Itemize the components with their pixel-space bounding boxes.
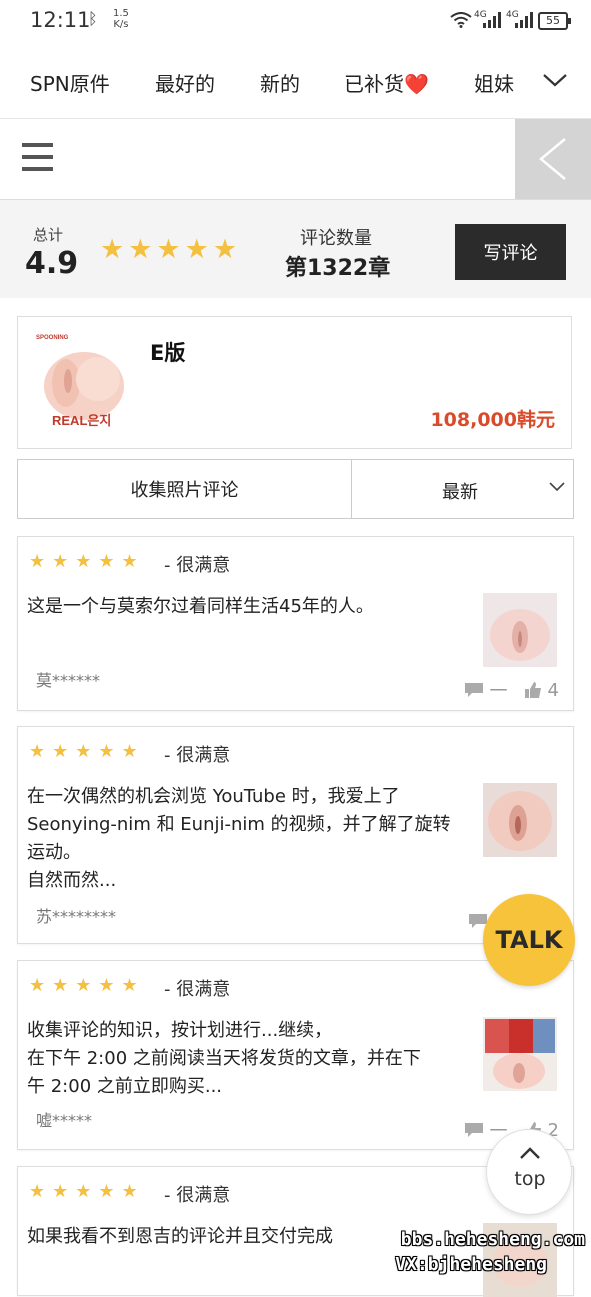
scroll-top-label: top <box>514 1168 546 1190</box>
menu-icon[interactable] <box>22 143 53 173</box>
review-rating-text: - 很满意 <box>164 555 231 576</box>
status-time: 12:11 <box>30 8 91 32</box>
review-photo[interactable] <box>483 1017 557 1091</box>
nav-item-sister[interactable]: 姐妹 <box>474 68 514 97</box>
review-text: 这是一个与莫索尔过着同样生活45年的人。 <box>27 596 374 617</box>
toolbar <box>0 119 591 200</box>
sort-select-value: 最新 <box>442 482 478 503</box>
review-username: 嘘***** <box>36 1111 93 1130</box>
product-name: E版 <box>150 341 186 365</box>
net-speed: 1.5 K/s <box>113 8 129 30</box>
average-stars: ★★★★★ <box>100 234 242 265</box>
battery-icon: 55 <box>538 12 571 30</box>
wifi-icon <box>450 12 472 28</box>
product-image-caption: REAL은지 <box>52 413 111 428</box>
review-username: 苏******** <box>36 907 117 926</box>
product-card[interactable]: SPOONING REAL은지 E版 108,000韩元 <box>17 316 572 449</box>
chevron-up-icon <box>520 1147 540 1159</box>
scroll-top-button[interactable]: top <box>486 1129 572 1215</box>
review-stars: ★★★★★ <box>29 975 145 996</box>
talk-chat-button[interactable]: TALK <box>483 894 575 986</box>
review-stars: ★★★★★ <box>29 1181 145 1202</box>
comment-icon[interactable] <box>464 1122 484 1138</box>
review-summary: 总计 4.9 ★★★★★ 评论数量 第1322章 写评论 <box>0 200 591 298</box>
nav-item-spn[interactable]: SPN原件 <box>30 68 110 97</box>
review-rating-text: - 很满意 <box>164 979 231 1000</box>
chevron-left-icon <box>539 138 566 180</box>
like-count: 4 <box>547 679 559 701</box>
comment-count: 一 <box>489 681 508 702</box>
nav-item-best[interactable]: 最好的 <box>155 68 215 97</box>
review-photo[interactable] <box>483 593 557 667</box>
review-count: 第1322章 <box>285 256 391 281</box>
average-score: 4.9 <box>25 246 79 281</box>
review-text: 收集评论的知识，按计划进行...继续， 在下午 2:00 之前阅读当天将发货的文… <box>27 1020 421 1097</box>
review-meta: 一 4 <box>464 677 559 703</box>
signal-icon-2 <box>515 12 533 28</box>
watermark-line-1: bbs.hehesheng.com <box>400 1229 585 1250</box>
review-card[interactable]: ★★★★★ - 很满意 收集评论的知识，按计划进行...继续， 在下午 2:00… <box>17 960 574 1150</box>
filter-bar: 收集照片评论 最新 <box>17 459 574 519</box>
comment-icon[interactable] <box>464 682 484 698</box>
review-count-label: 评论数量 <box>300 228 372 249</box>
thumbs-up-icon[interactable] <box>524 681 542 699</box>
review-rating-text: - 很满意 <box>164 745 231 766</box>
write-review-button[interactable]: 写评论 <box>455 224 566 280</box>
product-price: 108,000韩元 <box>430 409 555 431</box>
review-card[interactable]: ★★★★★ - 很满意 在一次偶然的机会浏览 YouTube 时，我爱上了 Se… <box>17 726 574 944</box>
chevron-down-icon <box>549 482 565 492</box>
bluetooth-icon: ᛒ <box>88 9 98 28</box>
review-card[interactable]: ★★★★★ - 很满意 这是一个与莫索尔过着同样生活45年的人。 莫******… <box>17 536 574 711</box>
review-stars: ★★★★★ <box>29 551 145 572</box>
back-button[interactable] <box>515 119 591 199</box>
review-rating-text: - 很满意 <box>164 1185 231 1206</box>
photo-review-filter-button[interactable]: 收集照片评论 <box>17 459 352 519</box>
review-username: 莫****** <box>36 671 101 690</box>
nav-item-new[interactable]: 新的 <box>260 68 300 97</box>
total-label: 总计 <box>33 226 64 244</box>
nav-item-restocked[interactable]: 已补货❤️ <box>344 68 429 97</box>
sort-select[interactable]: 最新 <box>352 459 574 519</box>
review-stars: ★★★★★ <box>29 741 145 762</box>
product-brand: SPOONING <box>36 335 69 341</box>
review-text: 在一次偶然的机会浏览 YouTube 时，我爱上了 Seonying-nim 和… <box>27 786 451 891</box>
category-nav: SPN原件 最好的 新的 已补货❤️ 姐妹 <box>0 44 591 119</box>
status-bar: 12:11 ᛒ 1.5 K/s 4G 4G 55 <box>0 0 591 44</box>
signal-icon <box>483 12 501 28</box>
chevron-down-icon <box>543 74 567 87</box>
product-image: SPOONING REAL은지 <box>36 335 124 428</box>
nav-expand-button[interactable] <box>520 44 590 118</box>
review-photo[interactable] <box>483 783 557 857</box>
watermark-line-2: VX:bjhehesheng <box>395 1254 547 1275</box>
